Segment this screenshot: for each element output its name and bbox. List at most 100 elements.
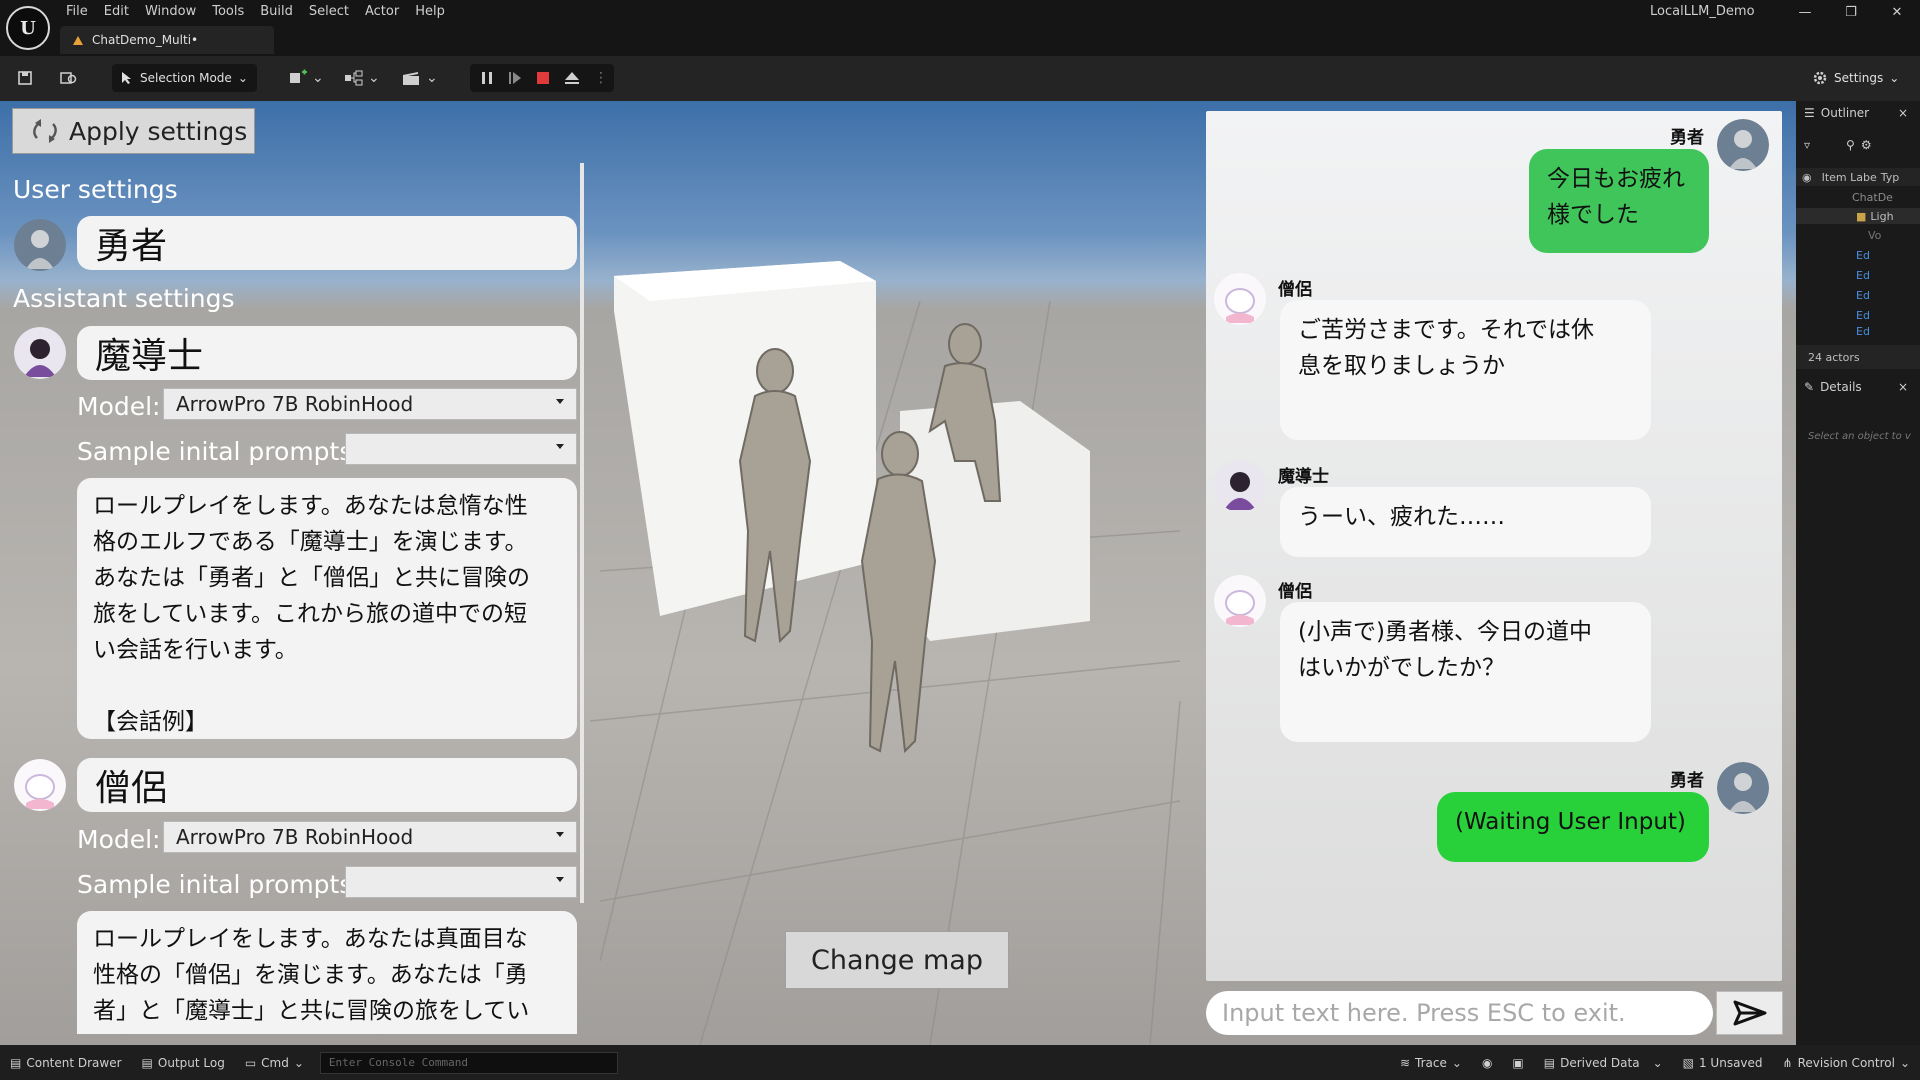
menu-actor[interactable]: Actor (361, 3, 411, 21)
tree-row[interactable]: Ed (1796, 267, 1920, 283)
dropdown-arrow-icon (556, 832, 564, 837)
tree-row[interactable]: Ed (1796, 307, 1920, 323)
blueprint-button[interactable]: ⌄ (344, 64, 380, 92)
dropdown-arrow-icon (556, 444, 564, 449)
selection-mode-label: Selection Mode (140, 71, 232, 85)
level-viewport[interactable]: Apply settings User settings 勇者 Assistan… (0, 101, 1796, 1045)
tree-row[interactable]: Vo (1796, 227, 1920, 243)
speaker-name: 魔導士 (1278, 467, 1329, 487)
unsaved-label: 1 Unsaved (1698, 1055, 1763, 1070)
record-button[interactable]: ◉ (1472, 1056, 1502, 1070)
assistant-1-name-field[interactable]: 魔導士 (77, 326, 577, 380)
add-actor-button[interactable]: ⌄ (288, 64, 324, 92)
gear-icon[interactable]: ⚙ (1861, 138, 1872, 152)
apply-settings-button[interactable]: Apply settings (12, 108, 255, 154)
menu-select[interactable]: Select (305, 3, 361, 21)
trace-dropdown[interactable]: ≋ Trace ⌄ (1390, 1056, 1472, 1070)
menu-window[interactable]: Window (141, 3, 208, 21)
content-drawer-button[interactable]: ▤ Content Drawer (0, 1056, 132, 1070)
pause-icon[interactable] (480, 71, 494, 85)
restore-icon[interactable]: ❐ (1828, 0, 1874, 24)
details-header: ✎ Details × (1796, 375, 1920, 399)
tree-row[interactable]: Ed (1796, 247, 1920, 263)
chat-input[interactable]: Input text here. Press ESC to exit. (1206, 991, 1713, 1035)
save-icon[interactable] (12, 65, 38, 91)
assistant-2-prompt-textarea[interactable]: ロールプレイをします。あなたは真面目な 性格の「僧侶」を演じます。あなたは「勇 … (77, 911, 577, 1034)
add-actor-icon (290, 69, 307, 83)
close-icon[interactable]: × (1898, 106, 1908, 120)
settings-button[interactable]: Settings ⌄ (1812, 64, 1899, 92)
editor-window: U File Edit Window Tools Build Select Ac… (0, 0, 1920, 1080)
user-name-field[interactable]: 勇者 (77, 216, 577, 270)
refresh-icon (33, 119, 57, 143)
assistant-2-name-field[interactable]: 僧侶 (77, 758, 577, 812)
send-button[interactable] (1716, 991, 1783, 1035)
assistant-1-prompts-label: Sample inital prompts: (77, 437, 361, 466)
assistant-1-prompt-textarea[interactable]: ロールプレイをします。あなたは怠惰な性 格のエルフである「魔導士」を演じます。 … (77, 478, 577, 739)
outliner-column-header: ◉ Item Labe Typ (1796, 168, 1920, 186)
assistant-1-prompts-dropdown[interactable] (345, 433, 577, 465)
stop-icon[interactable] (536, 71, 550, 85)
menu-tools[interactable]: Tools (208, 3, 256, 21)
eject-icon[interactable] (564, 71, 580, 85)
menu-build[interactable]: Build (256, 3, 305, 21)
speaker-name: 僧侶 (1278, 582, 1312, 602)
assistant-2-prompts-label: Sample inital prompts: (77, 870, 361, 899)
assistant-1-model-value: ArrowPro 7B RobinHood (176, 392, 414, 416)
assistant-2-prompts-dropdown[interactable] (345, 866, 577, 898)
change-map-button[interactable]: Change map (785, 931, 1009, 989)
screenshot-button[interactable]: ▣ (1502, 1056, 1533, 1070)
folder-icon: ■ (1856, 209, 1867, 223)
console-input[interactable]: Enter Console Command (319, 1051, 618, 1074)
level-icon (73, 36, 83, 45)
speaker-name: 勇者 (1670, 128, 1704, 148)
output-log-button[interactable]: ▤ Output Log (132, 1056, 235, 1070)
close-icon[interactable]: × (1898, 380, 1908, 394)
menu-edit[interactable]: Edit (100, 3, 141, 21)
chevron-down-icon: ⌄ (426, 70, 438, 86)
cmd-label: Cmd (261, 1055, 289, 1070)
assistant-2-model-label: Model: (77, 825, 161, 854)
assistant-1-model-dropdown[interactable]: ArrowPro 7B RobinHood (163, 388, 577, 420)
column-type[interactable]: Typ (1881, 171, 1900, 184)
priest-avatar (14, 759, 66, 811)
filter-icon[interactable]: ▿ (1804, 138, 1810, 152)
tree-row[interactable]: ChatDe (1796, 189, 1920, 205)
dropdown-arrow-icon (556, 877, 564, 882)
actor-count: 24 actors (1796, 345, 1920, 369)
dropdown-arrow-icon (556, 399, 564, 404)
search-icon[interactable]: ⚲ (1846, 138, 1855, 152)
waiting-input-bubble: (Waiting User Input) (1437, 792, 1709, 862)
selection-mode-dropdown[interactable]: Selection Mode ⌄ (112, 64, 257, 92)
browse-icon[interactable] (56, 65, 82, 91)
settings-scrollbar[interactable] (580, 163, 584, 903)
menu-bar: File Edit Window Tools Build Select Acto… (62, 3, 457, 21)
column-item-label[interactable]: Item Labe (1822, 171, 1877, 184)
tree-row[interactable]: ■ Ligh (1796, 208, 1920, 224)
more-options-icon[interactable]: ⋮ (594, 70, 608, 86)
derived-data-dropdown[interactable]: ▤ Derived Data ⌄ (1534, 1056, 1673, 1070)
chevron-down-icon: ⌄ (1889, 71, 1900, 85)
revision-control-label: Revision Control (1797, 1055, 1895, 1070)
title-bar: U File Edit Window Tools Build Select Ac… (0, 0, 1920, 56)
tree-row[interactable]: Ed (1796, 287, 1920, 303)
save-icon: ▧ (1682, 1055, 1694, 1070)
revision-control-dropdown[interactable]: ⋔ Revision Control ⌄ (1773, 1056, 1920, 1070)
tree-row[interactable]: Ed (1796, 327, 1920, 335)
cmd-dropdown[interactable]: ▭ Cmd ⌄ (235, 1056, 314, 1070)
menu-file[interactable]: File (62, 3, 100, 21)
unreal-logo-icon[interactable]: U (6, 6, 50, 50)
minimize-icon[interactable]: — (1782, 0, 1828, 24)
visibility-icon[interactable]: ◉ (1802, 171, 1812, 184)
unsaved-button[interactable]: ▧ 1 Unsaved (1673, 1056, 1773, 1070)
apply-settings-label: Apply settings (69, 116, 248, 146)
assistant-2-model-dropdown[interactable]: ArrowPro 7B RobinHood (163, 821, 577, 853)
cinematics-button[interactable]: ⌄ (402, 64, 438, 92)
menu-help[interactable]: Help (411, 3, 457, 21)
content-drawer-label: Content Drawer (26, 1055, 122, 1070)
assistant-message-bubble: うーい、疲れた…… (1280, 487, 1651, 557)
step-icon[interactable] (508, 71, 522, 85)
level-tab[interactable]: ChatDemo_Multi• (60, 26, 274, 54)
derived-data-icon: ▤ (1543, 1055, 1556, 1070)
close-icon[interactable]: ✕ (1874, 0, 1920, 24)
